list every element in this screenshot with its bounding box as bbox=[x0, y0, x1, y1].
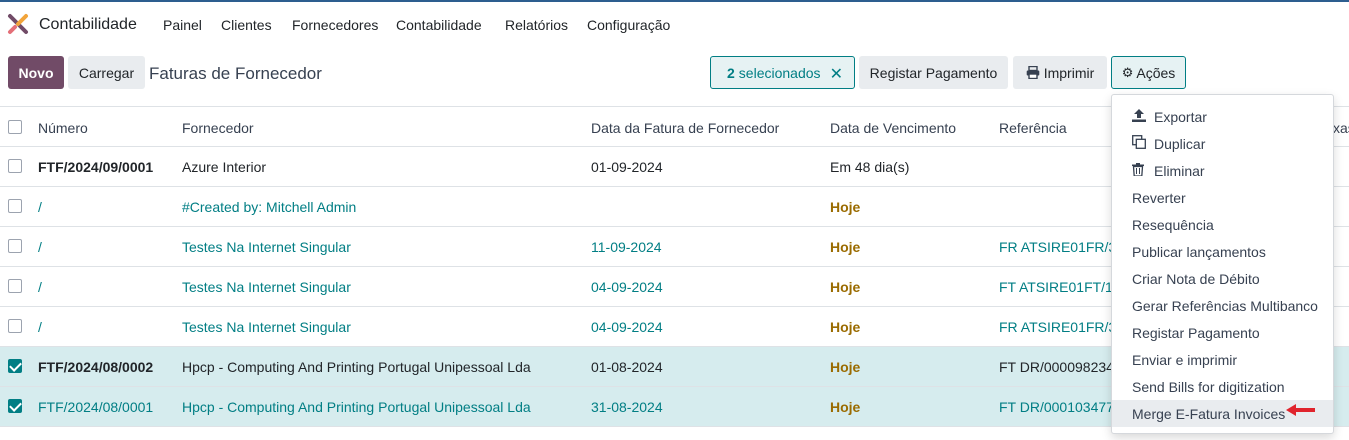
cell-data-fatura: 31-08-2024 bbox=[591, 399, 663, 415]
menu-item-resequencia[interactable]: Resequência bbox=[1112, 211, 1333, 238]
cell-fornecedor: #Created by: Mitchell Admin bbox=[182, 199, 357, 215]
cell-numero: / bbox=[38, 239, 42, 255]
app-name[interactable]: Contabilidade bbox=[39, 16, 137, 34]
menu-item-duplicar[interactable]: Duplicar bbox=[1112, 130, 1333, 157]
row-checkbox[interactable] bbox=[8, 399, 22, 413]
cell-numero: / bbox=[38, 199, 42, 215]
copy-icon bbox=[1132, 135, 1154, 152]
cell-vencimento: Hoje bbox=[830, 239, 861, 255]
red-arrow-annotation-icon bbox=[1286, 404, 1315, 416]
row-checkbox[interactable] bbox=[8, 239, 22, 253]
cell-numero: / bbox=[38, 319, 42, 335]
cell-referencia: FR ATSIRE01FR/31 bbox=[999, 239, 1125, 255]
nav-painel[interactable]: Painel bbox=[163, 17, 202, 33]
menu-item-label: Criar Nota de Débito bbox=[1132, 270, 1260, 287]
cell-referencia: FT DR/000098234 bbox=[999, 359, 1114, 375]
menu-item-label: Reverter bbox=[1132, 189, 1186, 206]
cell-numero: FTF/2024/08/0002 bbox=[38, 359, 154, 375]
col-data-fatura[interactable]: Data da Fatura de Fornecedor bbox=[591, 120, 779, 136]
menu-item-label: Registar Pagamento bbox=[1132, 324, 1260, 341]
col-fornecedor[interactable]: Fornecedor bbox=[182, 120, 254, 136]
menu-item-label: Resequência bbox=[1132, 216, 1214, 233]
cell-numero: FTF/2024/09/0001 bbox=[38, 159, 154, 175]
col-referencia[interactable]: Referência bbox=[999, 120, 1067, 136]
row-checkbox[interactable] bbox=[8, 359, 22, 373]
nav-clientes[interactable]: Clientes bbox=[221, 17, 272, 33]
menu-item-label: Duplicar bbox=[1154, 135, 1206, 152]
menu-item-criar-nota-debito[interactable]: Criar Nota de Débito bbox=[1112, 265, 1333, 292]
cell-data-fatura: 04-09-2024 bbox=[591, 319, 663, 335]
menu-item-registar-pagamento[interactable]: Registar Pagamento bbox=[1112, 319, 1333, 346]
col-taxes[interactable]: xas bbox=[1333, 120, 1349, 136]
menu-item-publicar-lancamentos[interactable]: Publicar lançamentos bbox=[1112, 238, 1333, 265]
cell-numero: / bbox=[38, 279, 42, 295]
cell-fornecedor: Testes Na Internet Singular bbox=[182, 319, 351, 335]
cell-vencimento: Hoje bbox=[830, 399, 861, 415]
row-checkbox[interactable] bbox=[8, 199, 22, 213]
cell-data-fatura: 11-09-2024 bbox=[591, 239, 662, 255]
menu-item-exportar[interactable]: Exportar bbox=[1112, 103, 1333, 130]
menu-item-label: Eliminar bbox=[1154, 162, 1205, 179]
row-checkbox[interactable] bbox=[8, 319, 22, 333]
cell-vencimento: Hoje bbox=[830, 319, 861, 335]
cell-numero: FTF/2024/08/0001 bbox=[38, 399, 154, 415]
printer-icon bbox=[1026, 66, 1040, 79]
gear-icon: ⚙ bbox=[1121, 64, 1134, 80]
menu-item-label: Gerar Referências Multibanco bbox=[1132, 297, 1318, 314]
select-all-checkbox[interactable] bbox=[8, 120, 22, 134]
upload-icon bbox=[1132, 108, 1154, 125]
cell-vencimento: Em 48 dia(s) bbox=[830, 159, 910, 175]
actions-label: Ações bbox=[1136, 64, 1176, 81]
col-vencimento[interactable]: Data de Vencimento bbox=[830, 120, 956, 136]
register-payment-button[interactable]: Registar Pagamento bbox=[859, 56, 1008, 89]
col-numero[interactable]: Número bbox=[38, 120, 88, 136]
clear-selection-icon[interactable]: ✕ bbox=[830, 64, 843, 84]
new-button[interactable]: Novo bbox=[8, 56, 64, 89]
menu-item-label: Enviar e imprimir bbox=[1132, 351, 1238, 368]
navbar: Contabilidade Painel Clientes Fornecedor… bbox=[0, 2, 1349, 48]
nav-configuracao[interactable]: Configuração bbox=[587, 17, 670, 33]
actions-dropdown-menu: Exportar Duplicar Eliminar Reverter Rese… bbox=[1111, 94, 1334, 434]
cell-referencia: FT DR/000103477 bbox=[999, 399, 1114, 415]
cell-referencia: FT ATSIRE01FT/16 bbox=[999, 279, 1121, 295]
upload-button[interactable]: Carregar bbox=[68, 56, 145, 89]
cell-fornecedor: Hpcp - Computing And Printing Portugal U… bbox=[182, 359, 531, 375]
cell-fornecedor: Hpcp - Computing And Printing Portugal U… bbox=[182, 399, 531, 415]
print-label: Imprimir bbox=[1043, 64, 1095, 81]
menu-item-send-bills-digitization[interactable]: Send Bills for digitization bbox=[1112, 373, 1333, 400]
selected-text: selecionados bbox=[738, 64, 821, 81]
menu-item-label: Publicar lançamentos bbox=[1132, 243, 1266, 260]
menu-item-reverter[interactable]: Reverter bbox=[1112, 184, 1333, 211]
selection-badge[interactable]: 2 selecionados ✕ bbox=[710, 56, 855, 89]
menu-item-label: Send Bills for digitization bbox=[1132, 378, 1285, 395]
cell-data-fatura: 01-09-2024 bbox=[591, 159, 663, 175]
actions-button[interactable]: ⚙ Ações bbox=[1111, 56, 1186, 89]
nav-contabilidade[interactable]: Contabilidade bbox=[396, 17, 482, 33]
accounting-app-icon[interactable] bbox=[7, 13, 29, 35]
row-checkbox[interactable] bbox=[8, 279, 22, 293]
nav-relatorios[interactable]: Relatórios bbox=[505, 17, 568, 33]
trash-icon bbox=[1132, 162, 1154, 179]
cell-data-fatura: 04-09-2024 bbox=[591, 279, 663, 295]
menu-item-label: Merge E-Fatura Invoices bbox=[1132, 405, 1286, 422]
cell-fornecedor: Testes Na Internet Singular bbox=[182, 239, 351, 255]
row-checkbox[interactable] bbox=[8, 159, 22, 173]
page-title: Faturas de Fornecedor bbox=[149, 64, 322, 83]
cell-vencimento: Hoje bbox=[830, 359, 861, 375]
selected-count: 2 bbox=[727, 64, 735, 81]
menu-item-label: Exportar bbox=[1154, 108, 1207, 125]
cell-fornecedor: Azure Interior bbox=[182, 159, 267, 175]
print-button[interactable]: Imprimir bbox=[1013, 56, 1107, 89]
cell-vencimento: Hoje bbox=[830, 279, 861, 295]
cell-fornecedor: Testes Na Internet Singular bbox=[182, 279, 351, 295]
cell-referencia: FR ATSIRE01FR/30 bbox=[999, 319, 1125, 335]
cell-data-fatura: 01-08-2024 bbox=[591, 359, 663, 375]
menu-item-eliminar[interactable]: Eliminar bbox=[1112, 157, 1333, 184]
cell-vencimento: Hoje bbox=[830, 199, 861, 215]
menu-item-enviar-imprimir[interactable]: Enviar e imprimir bbox=[1112, 346, 1333, 373]
nav-fornecedores[interactable]: Fornecedores bbox=[292, 17, 378, 33]
menu-item-gerar-referencias-multibanco[interactable]: Gerar Referências Multibanco bbox=[1112, 292, 1333, 319]
